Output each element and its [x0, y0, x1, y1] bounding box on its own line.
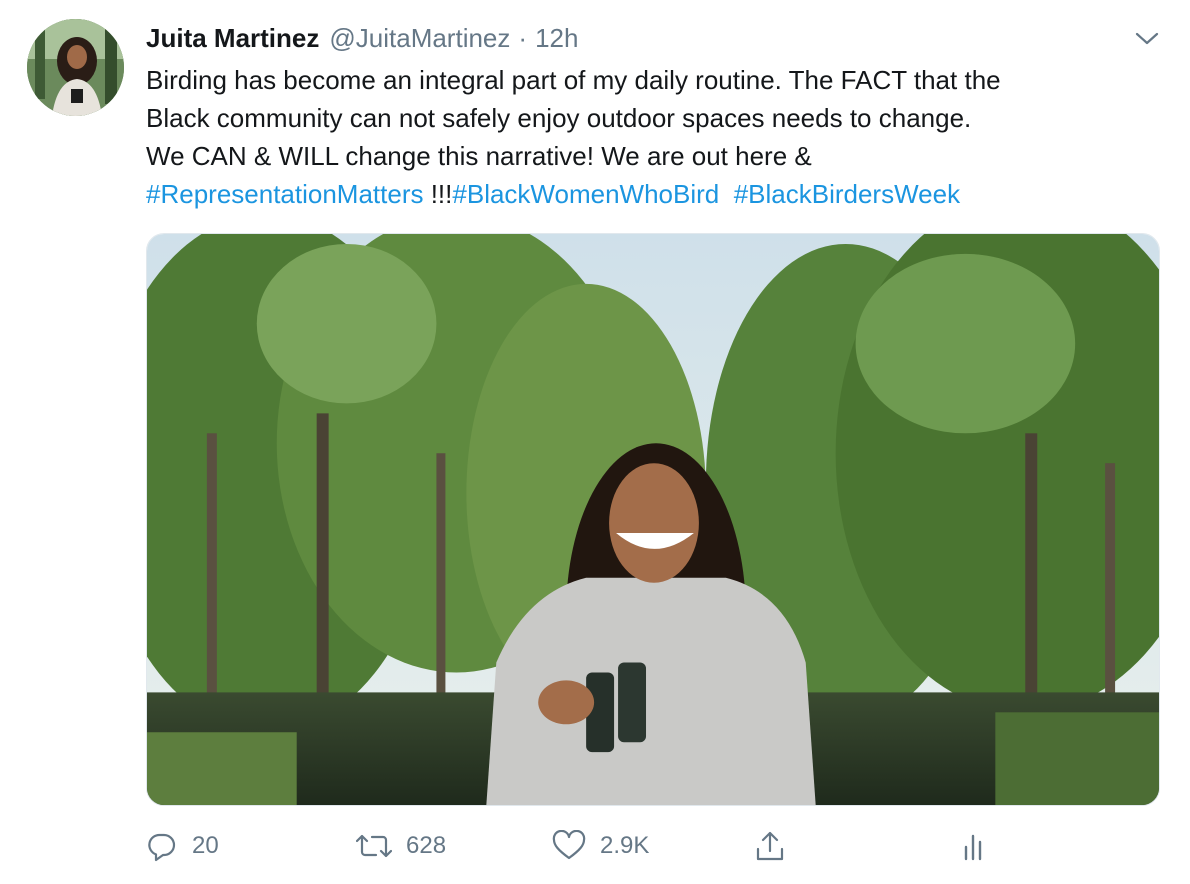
- tweet-photo[interactable]: [146, 233, 1160, 806]
- avatar[interactable]: [27, 19, 124, 116]
- exclamation-text: !!!: [423, 179, 453, 209]
- author-name[interactable]: Juita Martinez: [146, 20, 319, 56]
- tweet: Juita Martinez @JuitaMartinez · 12h Bird…: [0, 0, 1190, 884]
- author-handle[interactable]: @JuitaMartinez: [329, 20, 510, 56]
- tweet-text: Birding has become an integral part of m…: [146, 61, 1176, 213]
- share-icon: [756, 831, 784, 861]
- reply-icon: [148, 833, 176, 862]
- hashtag-black-women-who-bird[interactable]: #BlackWomenWhoBird: [452, 179, 719, 209]
- avatar-image: [27, 19, 124, 116]
- like-button[interactable]: 2.9K: [552, 828, 649, 864]
- hashtag-representation-matters[interactable]: #RepresentationMatters: [146, 179, 423, 209]
- tweet-text-line: We CAN & WILL change this narrative! We …: [146, 141, 812, 171]
- retweet-button[interactable]: 628: [356, 828, 446, 864]
- separator-dot: ·: [518, 23, 528, 53]
- retweet-icon: [356, 834, 392, 858]
- photo-image: [147, 234, 1159, 805]
- like-icon: [552, 830, 586, 860]
- share-button[interactable]: [754, 828, 786, 864]
- tweet-actions: 20 628 2.9K: [0, 820, 1190, 870]
- timestamp[interactable]: 12h: [535, 20, 578, 56]
- retweet-count: 628: [406, 832, 447, 859]
- chevron-down-icon[interactable]: [1132, 26, 1162, 50]
- like-count: 2.9K: [600, 832, 650, 859]
- tweet-text-line: Black community can not safely enjoy out…: [146, 103, 972, 133]
- hashtag-line: #RepresentationMatters !!!#BlackWomenWho…: [146, 175, 1176, 213]
- reply-count: 20: [192, 832, 219, 859]
- tweet-header: Juita Martinez @JuitaMartinez · 12h: [146, 20, 578, 56]
- analytics-button[interactable]: [962, 828, 990, 864]
- hashtag-black-birders-week[interactable]: #BlackBirdersWeek: [734, 179, 960, 209]
- tweet-text-line: Birding has become an integral part of m…: [146, 65, 1001, 95]
- analytics-icon: [964, 834, 982, 861]
- reply-button[interactable]: 20: [146, 828, 219, 864]
